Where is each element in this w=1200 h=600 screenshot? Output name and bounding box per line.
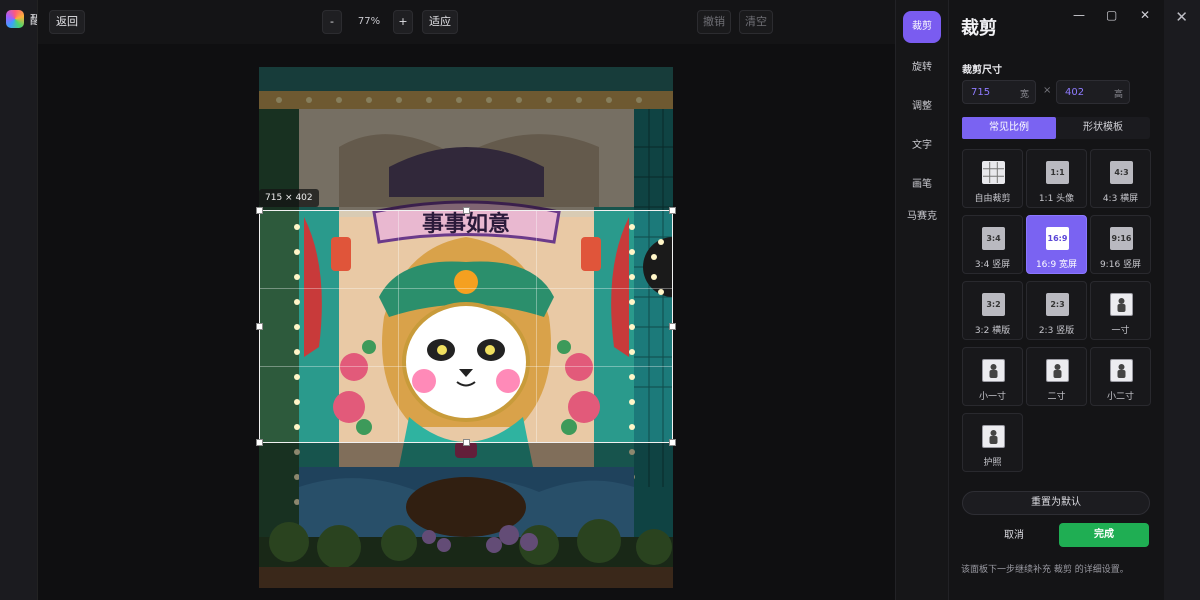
crop-handle-bottom[interactable] [463,439,470,446]
app-root: 醒 ✕ 返回 - 77% + 适应 撤销 清空 事事如意 715 × 402 裁… [0,0,1200,600]
clear-button[interactable]: 清空 [739,10,773,34]
crop-handle-left[interactable] [256,323,263,330]
ratio-1-1-icon: 1:1 [1046,161,1069,184]
tool-adjust[interactable]: 调整 [903,100,941,113]
height-field[interactable]: 402 高 [1056,80,1130,104]
height-value: 402 [1065,87,1085,98]
app-logo-icon [6,10,24,28]
portrait-icon [1110,293,1133,316]
done-button[interactable]: 完成 [1059,523,1149,547]
width-value: 715 [971,87,991,98]
crop-handle-bottom-left[interactable] [256,439,263,446]
crop-handle-top-right[interactable] [669,207,676,214]
grid-line [260,366,672,367]
ratio-label: 9:16 竖屏 [1099,260,1142,270]
ratio-3-2-icon: 3:2 [982,293,1005,316]
ratio-4-3-icon: 4:3 [1110,161,1133,184]
crop-editor-window: 返回 - 77% + 适应 撤销 清空 事事如意 715 × 402 裁剪 旋转… [37,0,1164,600]
undo-button[interactable]: 撤销 [697,10,731,34]
ratio-3-4[interactable]: 3:4 3:4 竖屏 [962,215,1023,274]
crop-size-label: 裁剪尺寸 [962,65,1002,76]
zoom-in-button[interactable]: + [393,10,413,34]
ratio-label: 3:4 竖屏 [974,260,1011,270]
portrait-icon [1046,359,1069,382]
height-unit: 高 [1113,90,1123,100]
ratio-9-16-icon: 9:16 [1110,227,1133,250]
ratio-3-4-icon: 3:4 [982,227,1005,250]
crop-handle-bottom-right[interactable] [669,439,676,446]
ratio-label: 自由裁剪 [974,194,1011,204]
portrait-icon [982,359,1005,382]
ratio-label: 一寸 [1111,326,1130,336]
tool-mosaic[interactable]: 马赛克 [907,210,937,223]
portrait-icon [1110,359,1133,382]
crop-handle-right[interactable] [669,323,676,330]
panel-title: 裁剪 [961,18,997,39]
ratio-label: 1:1 头像 [1038,194,1075,204]
ratio-label: 小一寸 [978,392,1006,402]
ratio-label: 2:3 竖版 [1038,326,1075,336]
times-sign: × [1043,85,1052,96]
crop-handle-top[interactable] [463,207,470,214]
maximize-icon[interactable]: ▢ [1106,8,1117,22]
ratio-free[interactable]: 自由裁剪 [962,149,1023,208]
zoom-level: 77% [357,16,381,27]
grid-icon [982,161,1005,184]
zoom-out-button[interactable]: - [322,10,342,34]
ratio-9-16[interactable]: 9:16 9:16 竖屏 [1090,215,1151,274]
cancel-button[interactable]: 取消 [979,524,1049,548]
ratio-tabs: 常见比例 形状模板 [962,117,1150,139]
ratio-3-2[interactable]: 3:2 3:2 横版 [962,281,1023,340]
crop-handle-top-left[interactable] [256,207,263,214]
ratio-2-inch[interactable]: 二寸 [1026,347,1087,406]
ratio-2-3-icon: 2:3 [1046,293,1069,316]
back-button[interactable]: 返回 [49,10,85,34]
image-canvas: 事事如意 715 × 402 [38,44,895,600]
tool-sidebar: 裁剪 旋转 调整 文字 画笔 马赛克 [895,0,949,600]
grid-line [398,211,399,442]
grid-line [260,288,672,289]
grid-line [536,211,537,442]
ratio-16-9[interactable]: 16:9 16:9 宽屏 [1026,215,1087,274]
ratio-label: 护照 [983,458,1002,468]
tool-rotate[interactable]: 旋转 [903,61,941,74]
app-close-icon[interactable]: ✕ [1175,8,1188,26]
minimize-icon[interactable]: — [1073,8,1085,22]
ratio-small-1-inch[interactable]: 小一寸 [962,347,1023,406]
ratio-label: 二寸 [1047,392,1066,402]
tool-brush[interactable]: 画笔 [903,178,941,191]
reset-default-button[interactable]: 重置为默认 [962,491,1150,515]
ratio-label: 3:2 横版 [974,326,1011,336]
crop-box[interactable] [256,207,676,446]
tab-common-ratios[interactable]: 常见比例 [962,117,1056,139]
tool-crop[interactable]: 裁剪 [903,11,941,43]
crop-size-tag: 715 × 402 [259,189,319,207]
top-toolbar: 返回 - 77% + 适应 撤销 清空 [38,0,895,44]
ratio-16-9-icon: 16:9 [1046,227,1069,250]
portrait-icon [982,425,1005,448]
ratio-2-3[interactable]: 2:3 2:3 竖版 [1026,281,1087,340]
ratio-label: 16:9 宽屏 [1035,260,1078,270]
fit-button[interactable]: 适应 [422,10,458,34]
ratio-4-3[interactable]: 4:3 4:3 横屏 [1090,149,1151,208]
ratio-small-2-inch[interactable]: 小二寸 [1090,347,1151,406]
tab-shape-templates[interactable]: 形状模板 [1056,117,1150,139]
ratio-1-inch[interactable]: 一寸 [1090,281,1151,340]
tool-text[interactable]: 文字 [903,139,941,152]
panel-hint: 该面板下一步继续补充 裁剪 的详细设置。 [961,565,1129,575]
width-field[interactable]: 715 宽 [962,80,1036,104]
ratio-1-1[interactable]: 1:1 1:1 头像 [1026,149,1087,208]
ratio-label: 小二寸 [1106,392,1134,402]
ratio-passport[interactable]: 护照 [962,413,1023,472]
width-unit: 宽 [1019,90,1029,100]
close-icon[interactable]: ✕ [1140,8,1150,22]
crop-panel: 裁剪 — ▢ ✕ 裁剪尺寸 715 宽 × 402 高 常见比例 形状模板 自由… [949,0,1164,600]
ratio-label: 4:3 横屏 [1102,194,1139,204]
